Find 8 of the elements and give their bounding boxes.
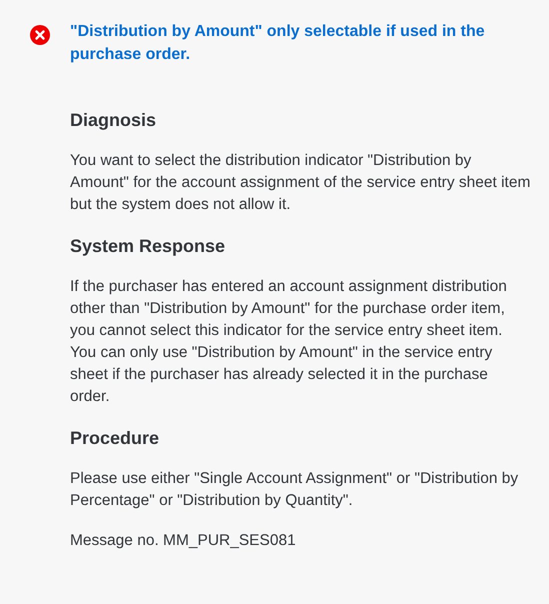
- section-text: Please use either "Single Account Assignment" or "Distribution by Percentage" or "Distribution by Quantity".: [70, 469, 520, 511]
- section-heading: Procedure: [70, 427, 160, 450]
- section-heading: System Response: [70, 235, 226, 258]
- message-number: Message no. MM_PUR_SES081: [70, 531, 297, 551]
- message-title: "Distribution by Amount" only selectable if used in the purchase order.: [70, 22, 486, 65]
- section-text: If the purchaser has entered an account assignment distribution other than "Distribution by Amount" for the purchase order item, you cannot select this indicator for the service entry sheet item. You can only use "Distribution by Amount" in the service entry sheet if the purchaser has already selected it in the purchase order.: [70, 277, 508, 407]
- section-heading: Diagnosis: [70, 109, 158, 132]
- section-text: You want to select the distribution indicator "Distribution by Amount" for the account assignment of the service entry sheet item but the system does not allow it.: [70, 151, 531, 215]
